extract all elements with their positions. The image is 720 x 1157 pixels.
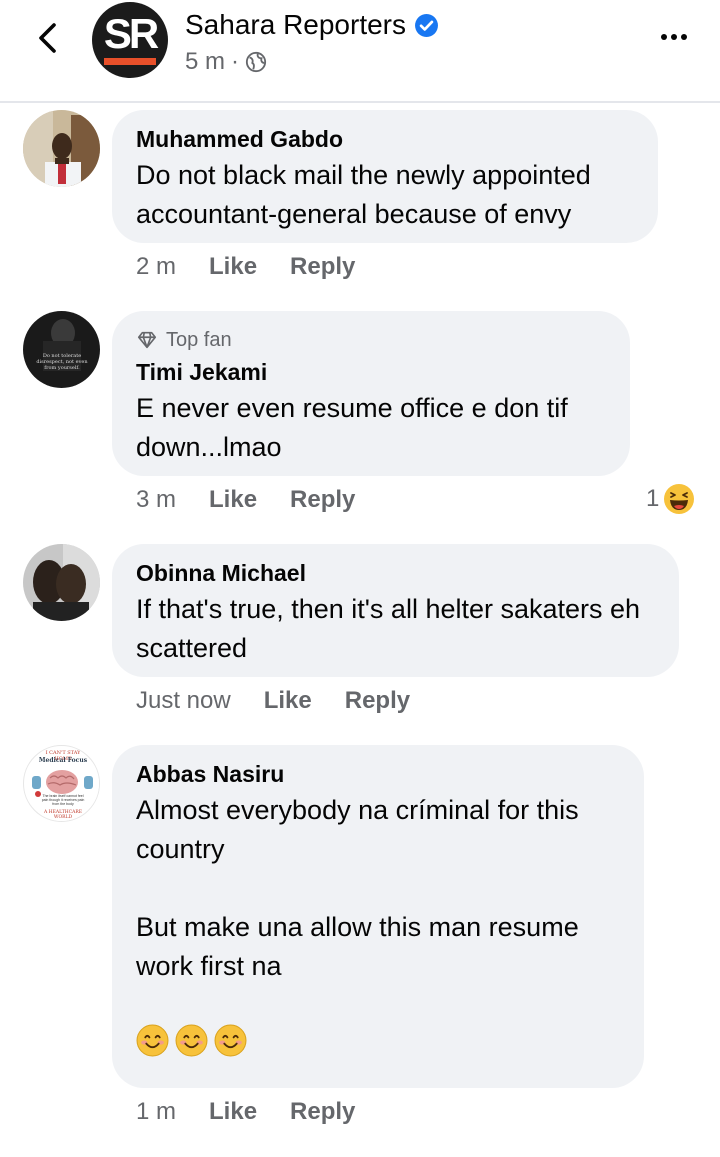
smiling-emoji-icon (136, 1024, 169, 1057)
comment-bubble[interactable]: Muhammed Gabdo Do not black mail the new… (112, 110, 658, 243)
comment-actions: 1 m Like Reply (136, 1098, 388, 1126)
reply-button[interactable]: Reply (345, 687, 410, 715)
avatar-photo (23, 311, 100, 388)
avatar-caption: Do not tolerate disrespect, not even fro… (36, 353, 88, 371)
diamond-icon (137, 331, 157, 349)
smiling-emoji-icon (214, 1024, 247, 1057)
avatar-photo (23, 544, 100, 621)
back-button[interactable] (28, 16, 68, 60)
comment-text: If that's true, then it's all helter sak… (136, 594, 641, 663)
avatar-photo (23, 110, 100, 187)
verified-icon (415, 13, 438, 37)
page-avatar[interactable]: SR (92, 2, 168, 78)
laughing-emoji-icon (664, 484, 695, 514)
reply-button[interactable]: Reply (290, 253, 355, 281)
page-logo-bar (104, 58, 156, 65)
comment-text: E never even resume office e don tif dow… (136, 393, 568, 462)
comment-time[interactable]: 1 m (136, 1098, 176, 1126)
reply-button[interactable]: Reply (290, 1098, 355, 1126)
comment-actions: 3 m Like Reply (136, 486, 388, 514)
logo-text-body: The brain itself cannot feel pain though… (41, 794, 85, 806)
badge-label: Top fan (166, 329, 232, 351)
comment-author[interactable]: Abbas Nasiru (136, 759, 620, 789)
comment-bubble[interactable]: Top fan Timi Jekami E never even resume … (112, 311, 630, 476)
globe-icon (245, 51, 267, 73)
post-time[interactable]: 5 m (185, 48, 225, 76)
like-button[interactable]: Like (209, 1098, 257, 1126)
comment-time[interactable]: 3 m (136, 486, 176, 514)
reaction-count: 1 (646, 485, 660, 512)
comment-bubble[interactable]: Obinna Michael If that's true, then it's… (112, 544, 679, 677)
avatar[interactable]: Do not tolerate disrespect, not even fro… (23, 311, 100, 388)
comment-actions: 2 m Like Reply (136, 253, 388, 281)
reaction-summary[interactable]: 1 (646, 483, 695, 515)
emoji-row (136, 1024, 620, 1057)
like-button[interactable]: Like (264, 687, 312, 715)
meta-separator: · (231, 48, 240, 75)
more-dot (681, 34, 687, 40)
avatar[interactable] (23, 544, 100, 621)
logo-text-bottom: A HEALTHCARE WORLD (43, 810, 83, 820)
comment-actions: Just now Like Reply (136, 687, 443, 715)
logo-text-mid: Medical Focus (38, 757, 88, 764)
post-meta: 5 m · (185, 48, 267, 76)
smiling-emoji-icon (175, 1024, 208, 1057)
comment-time[interactable]: 2 m (136, 253, 176, 281)
page-name-row[interactable]: Sahara Reporters (185, 9, 439, 41)
avatar[interactable]: I CAN'T STAY HOME Medical Focus The brai… (23, 745, 100, 822)
page-name[interactable]: Sahara Reporters (185, 9, 406, 41)
back-icon (39, 23, 56, 53)
comment-text: Do not black mail the newly appointed ac… (136, 160, 591, 229)
top-fan-badge: Top fan (136, 327, 606, 353)
comment-time[interactable]: Just now (136, 687, 231, 715)
comment-author[interactable]: Muhammed Gabdo (136, 124, 634, 154)
comment-bubble[interactable]: Abbas Nasiru Almost everybody na crímina… (112, 745, 644, 1088)
more-options-button[interactable] (652, 22, 696, 52)
like-button[interactable]: Like (209, 486, 257, 514)
comment-author[interactable]: Timi Jekami (136, 357, 606, 387)
comment-author[interactable]: Obinna Michael (136, 558, 655, 588)
reply-button[interactable]: Reply (290, 486, 355, 514)
page-logo-text: SR (103, 10, 159, 57)
like-button[interactable]: Like (209, 253, 257, 281)
more-dot (661, 34, 667, 40)
avatar[interactable] (23, 110, 100, 187)
post-header: SR Sahara Reporters 5 m · (0, 0, 720, 103)
comment-text: Almost everybody na críminal for this co… (136, 795, 579, 981)
more-dot (671, 34, 677, 40)
